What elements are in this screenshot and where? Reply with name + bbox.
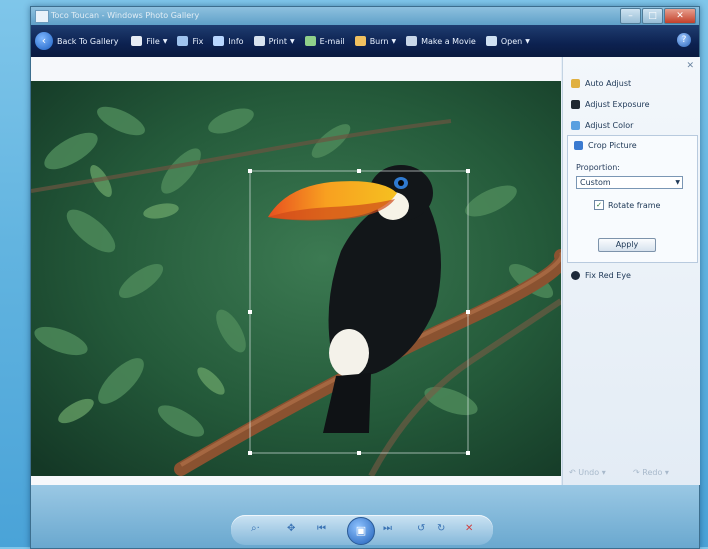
undo-label: Undo (578, 468, 600, 477)
toolbar-label: Make a Movie (421, 36, 476, 46)
checkbox-icon: ✓ (594, 200, 604, 210)
burn-icon (354, 36, 366, 46)
email-icon (304, 36, 316, 46)
slideshow-icon: ▣ (355, 524, 367, 537)
panel-close-icon[interactable]: ✕ (686, 61, 694, 71)
panel-item-label: Auto Adjust (585, 79, 632, 88)
proportion-label: Proportion: (576, 163, 620, 172)
toolbar-open-button[interactable]: Open ▼ (485, 29, 530, 53)
help-icon[interactable]: ? (677, 33, 691, 47)
toolbar-info-button[interactable]: Info (213, 29, 244, 53)
toucan-photo[interactable] (31, 81, 561, 476)
panel-item-exposure[interactable]: Adjust Exposure (571, 100, 650, 109)
maximize-button[interactable]: □ (642, 8, 663, 24)
fit-icon[interactable]: ✥ (287, 523, 295, 534)
photo-gallery-window: Toco Toucan - Windows Photo Gallery – □ … (30, 6, 700, 549)
toolbar-label: Burn (369, 36, 389, 46)
photo-viewer (31, 57, 561, 485)
chevron-down-icon: ▼ (289, 37, 295, 45)
slideshow-button[interactable]: ▣ (347, 517, 375, 545)
toolbar-label: Open (500, 36, 523, 46)
navigation-area: ⌕· ✥ ⏮ ⏭ ↺ ↻ ✕ ▣ (31, 485, 699, 548)
crop-picture-section: Crop Picture Proportion: Custom ▼ ✓ Rota… (567, 135, 698, 263)
back-arrow-icon: ‹ (35, 32, 53, 50)
panel-item-label: Adjust Color (585, 121, 634, 130)
toolbar-email-button[interactable]: E-mail (304, 29, 345, 53)
color-icon (571, 121, 580, 130)
app-icon (35, 10, 49, 23)
panel-item-label: Adjust Exposure (585, 100, 650, 109)
crop-picture-header[interactable]: Crop Picture (574, 141, 637, 150)
toolbar-label: Print (268, 36, 287, 46)
proportion-value: Custom (580, 178, 611, 187)
movie-icon (406, 36, 418, 46)
exposure-icon (571, 100, 580, 109)
panel-item-color[interactable]: Adjust Color (571, 121, 633, 130)
toolbar-label: E-mail (319, 36, 345, 46)
back-label: Back To Gallery (57, 36, 119, 46)
toolbar-file-button[interactable]: File ▼ (131, 29, 167, 53)
fix-icon (177, 36, 189, 46)
info-icon (213, 36, 225, 46)
navigation-bar: ⌕· ✥ ⏮ ⏭ ↺ ↻ ✕ ▣ (231, 515, 493, 545)
close-button[interactable]: ✕ (664, 8, 696, 24)
print-icon (253, 36, 265, 46)
redo-icon: ↷ (633, 468, 640, 477)
fix-panel: ✕ Auto Adjust Adjust Exposure Adjust Color… (562, 57, 700, 485)
toolbar-label: Info (228, 36, 244, 46)
rotate-cw-icon[interactable]: ↻ (437, 523, 445, 534)
file-icon (131, 36, 143, 46)
back-to-gallery-button[interactable]: ‹ Back To Gallery (35, 29, 126, 53)
proportion-select[interactable]: Custom ▼ (576, 176, 683, 189)
chevron-down-icon: ▼ (525, 37, 530, 45)
rotate-ccw-icon[interactable]: ↺ (417, 523, 425, 534)
undo-button[interactable]: ↶ Undo ▾ (569, 468, 606, 477)
toolbar-label: Fix (192, 36, 204, 46)
redo-button[interactable]: ↷ Redo ▾ (633, 468, 669, 477)
open-icon (485, 36, 497, 46)
crop-icon (574, 141, 583, 150)
title-bar: Toco Toucan - Windows Photo Gallery – □ … (31, 7, 699, 25)
redo-label: Redo (642, 468, 663, 477)
toolbar: ‹ Back To Gallery File ▼ Fix Info Print ▼ E-ma… (31, 25, 699, 57)
chevron-down-icon: ▼ (391, 37, 397, 45)
window-title: Toco Toucan - Windows Photo Gallery (51, 11, 200, 20)
previous-icon[interactable]: ⏮ (317, 523, 326, 534)
fix-red-eye-item[interactable]: Fix Red Eye (571, 271, 631, 280)
rotate-frame-checkbox[interactable]: ✓ Rotate frame (594, 200, 660, 210)
chevron-down-icon: ▼ (675, 179, 680, 186)
delete-icon[interactable]: ✕ (465, 523, 473, 534)
toolbar-movie-button[interactable]: Make a Movie (406, 29, 476, 53)
toolbar-burn-button[interactable]: Burn ▼ (354, 29, 397, 53)
chevron-down-icon: ▼ (162, 37, 168, 45)
next-icon[interactable]: ⏭ (383, 523, 392, 534)
toolbar-fix-button[interactable]: Fix (177, 29, 203, 53)
crop-title: Crop Picture (588, 141, 637, 150)
apply-button[interactable]: Apply (598, 238, 656, 252)
rotate-frame-label: Rotate frame (608, 200, 661, 210)
wand-icon (571, 79, 580, 88)
toolbar-label: File (146, 36, 160, 46)
red-eye-icon (571, 271, 580, 280)
red-eye-label: Fix Red Eye (585, 271, 631, 280)
toolbar-print-button[interactable]: Print ▼ (253, 29, 295, 53)
minimize-button[interactable]: – (620, 8, 641, 24)
undo-caret-icon: ▾ (601, 468, 606, 477)
zoom-icon[interactable]: ⌕· (251, 523, 260, 534)
redo-caret-icon: ▾ (664, 468, 669, 477)
undo-icon: ↶ (569, 468, 576, 477)
panel-item-wand[interactable]: Auto Adjust (571, 79, 631, 88)
